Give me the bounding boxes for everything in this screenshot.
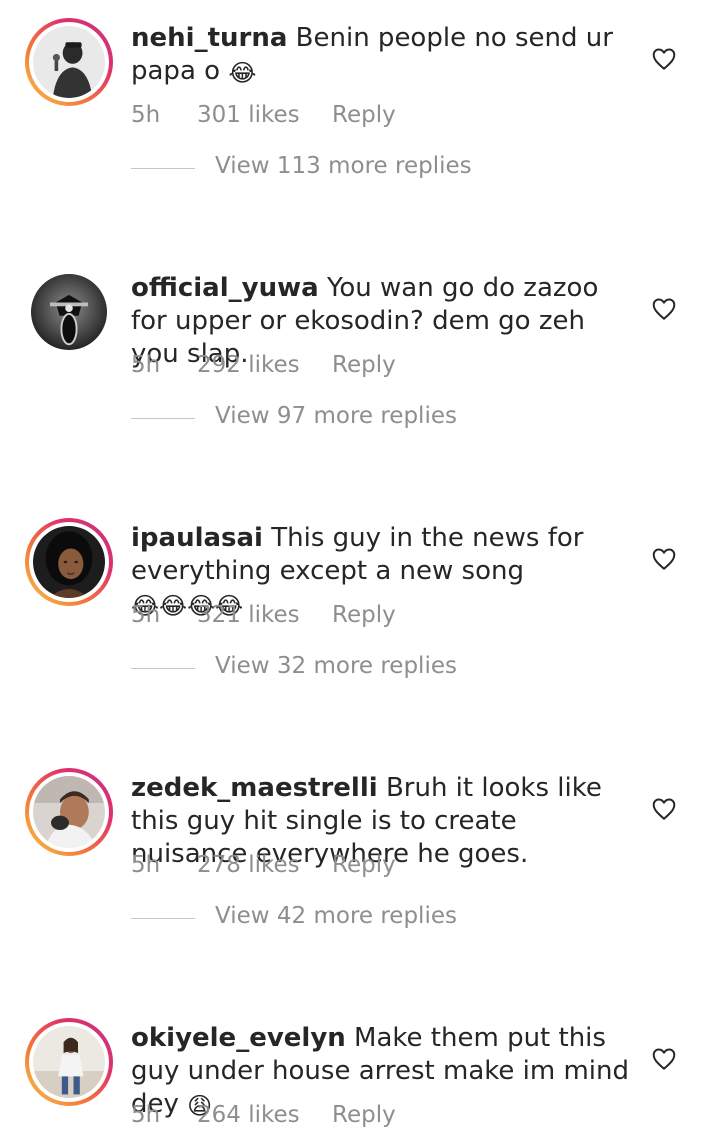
comment-likes[interactable]: 264 likes <box>197 1102 300 1128</box>
reply-button[interactable]: Reply <box>332 1102 396 1128</box>
reply-button[interactable]: Reply <box>332 852 396 878</box>
view-replies-label: View 97 more replies <box>215 403 457 429</box>
reply-button[interactable]: Reply <box>332 352 396 378</box>
avatar[interactable] <box>33 526 105 598</box>
comment-username[interactable]: official_yuwa <box>131 273 319 303</box>
comment-likes[interactable]: 321 likes <box>197 602 300 628</box>
tears-of-joy-emoji-icon: 😂 <box>228 59 257 87</box>
story-ring[interactable] <box>25 768 113 856</box>
story-ring[interactable] <box>25 518 113 606</box>
story-ring[interactable] <box>25 18 113 106</box>
avatar[interactable] <box>31 274 107 350</box>
divider-line <box>131 168 195 169</box>
comment-time: 5h <box>131 102 161 128</box>
like-heart-icon[interactable] <box>651 46 677 72</box>
comment-username[interactable]: ipaulasai <box>131 523 263 553</box>
story-ring[interactable] <box>25 1018 113 1106</box>
divider-line <box>131 918 195 919</box>
avatar[interactable] <box>33 1026 105 1098</box>
comment-item: official_yuwa You wan go do zazoo for up… <box>0 250 720 500</box>
motorcycle-avatar <box>31 274 107 350</box>
woman-portrait-avatar <box>33 526 105 598</box>
comment-likes[interactable]: 301 likes <box>197 102 300 128</box>
comment-item: ipaulasai This guy in the news for every… <box>0 500 720 750</box>
like-heart-icon[interactable] <box>651 1046 677 1072</box>
comment-item: nehi_turna Benin people no send ur papa … <box>0 0 720 250</box>
view-replies-label: View 32 more replies <box>215 653 457 679</box>
comment-time: 5h <box>131 852 161 878</box>
divider-line <box>131 418 195 419</box>
divider-line <box>131 668 195 669</box>
view-replies-label: View 42 more replies <box>215 903 457 929</box>
comment-username[interactable]: nehi_turna <box>131 23 287 53</box>
like-heart-icon[interactable] <box>651 296 677 322</box>
man-portrait-avatar <box>33 776 105 848</box>
like-heart-icon[interactable] <box>651 796 677 822</box>
comment-item: zedek_maestrelli Bruh it looks like this… <box>0 750 720 1000</box>
comment-body: nehi_turna Benin people no send ur papa … <box>131 22 631 88</box>
avatar[interactable] <box>33 26 105 98</box>
avatar-frame[interactable] <box>25 268 113 356</box>
reply-button[interactable]: Reply <box>332 602 396 628</box>
comment-likes[interactable]: 292 likes <box>197 352 300 378</box>
person-with-microphone-avatar <box>33 26 105 98</box>
comment-username[interactable]: zedek_maestrelli <box>131 773 378 803</box>
woman-standing-avatar <box>33 1026 105 1098</box>
comment-item: okiyele_evelyn Make them put this guy un… <box>0 1000 720 1146</box>
view-replies-label: View 113 more replies <box>215 153 472 179</box>
like-heart-icon[interactable] <box>651 546 677 572</box>
comment-likes[interactable]: 278 likes <box>197 852 300 878</box>
comment-time: 5h <box>131 602 161 628</box>
comments-list: nehi_turna Benin people no send ur papa … <box>0 0 720 1146</box>
comment-username[interactable]: okiyele_evelyn <box>131 1023 346 1053</box>
comment-time: 5h <box>131 352 161 378</box>
comment-time: 5h <box>131 1102 161 1128</box>
reply-button[interactable]: Reply <box>332 102 396 128</box>
avatar[interactable] <box>33 776 105 848</box>
